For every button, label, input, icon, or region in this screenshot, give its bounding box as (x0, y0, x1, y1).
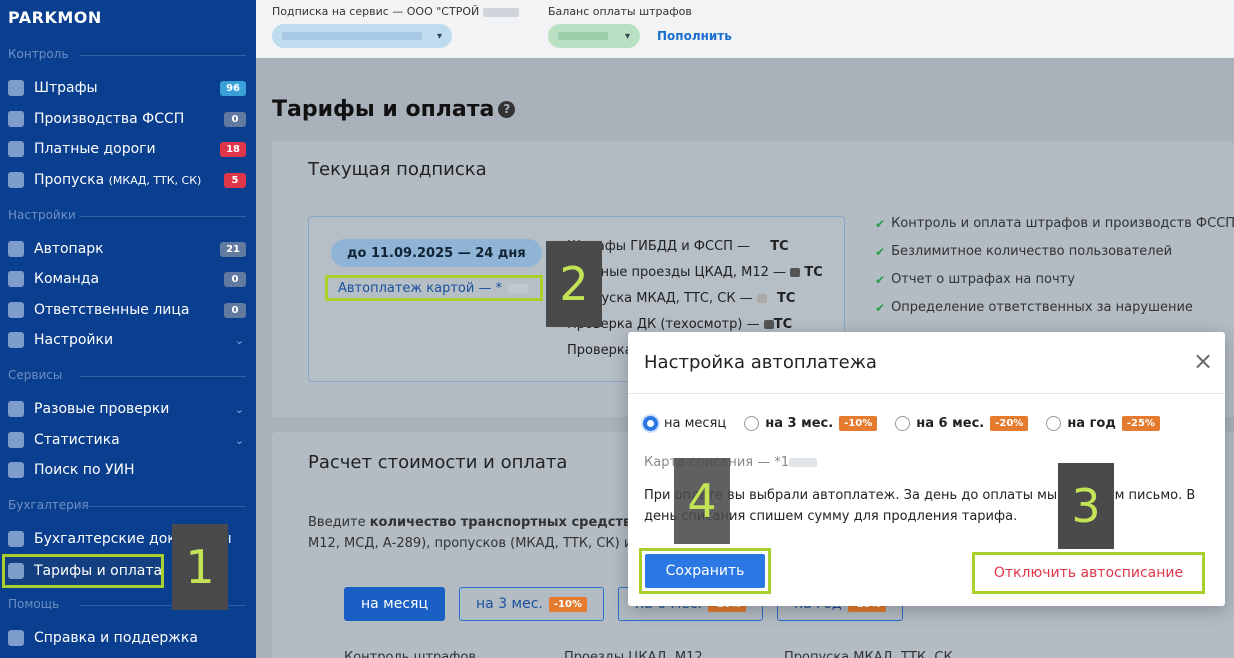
sidebar-item-toll-roads[interactable]: Платные дороги 18 (8, 136, 248, 162)
column-header: Проезды ЦКАД, М12 (564, 650, 703, 658)
period-radio-group: на месяц на 3 мес. -10% на 6 мес. -20% на … (643, 416, 1160, 431)
autopay-link[interactable]: Автоплатеж картой — * (325, 275, 543, 301)
caret-down-icon: ▾ (624, 30, 630, 42)
radio-selected-icon[interactable] (643, 416, 658, 431)
top-bar: Подписка на сервис — ООО "СТРОЙ Баланс о… (256, 0, 1234, 58)
feature-item: ✔ Безлимитное количество пользователей (875, 244, 1173, 259)
fleet-badge: 21 (220, 241, 246, 257)
step-marker-2: 2 (546, 241, 602, 327)
redacted-text (282, 32, 422, 40)
tab-month[interactable]: на месяц (344, 587, 446, 621)
logo: PARKMON (8, 8, 102, 27)
passes-badge: 5 (224, 172, 246, 188)
feature-item: ✔ Контроль и оплата штрафов и производств… (875, 216, 1234, 231)
fines-icon (8, 80, 24, 96)
search-icon (8, 462, 24, 478)
subscription-date: до 11.09.2025 — 24 дня (331, 239, 542, 267)
chevron-down-icon: ⌄ (234, 333, 244, 347)
close-icon[interactable]: × (1192, 349, 1214, 373)
caret-down-icon: ▾ (436, 30, 442, 42)
step-marker-4: 4 (674, 458, 730, 544)
save-button-highlight: Сохранить (639, 548, 771, 594)
sidebar-item-fssp[interactable]: Производства ФССП 0 (8, 106, 248, 132)
payment-card-line: Карта списания — *1 (644, 455, 818, 470)
chevron-down-icon: ⌄ (234, 433, 244, 447)
balance-select[interactable]: ▾ (548, 24, 640, 48)
section-services: Сервисы (8, 368, 246, 382)
service-line: Платные проезды ЦКАД, М12 — ТС (567, 265, 823, 280)
redacted-text (508, 283, 529, 293)
subscription-select[interactable]: ▾ (272, 24, 452, 48)
car-icon (8, 241, 24, 257)
fssp-badge: 0 (224, 111, 246, 127)
home-icon (8, 111, 24, 127)
balance-label: Баланс оплаты штрафов (548, 5, 692, 18)
calc-title: Расчет стоимости и оплата (308, 452, 568, 473)
sidebar-item-fleet[interactable]: Автопарк 21 (8, 236, 248, 262)
current-subscription-title: Текущая подписка (308, 159, 487, 180)
sidebar-item-support[interactable]: Справка и поддержка (8, 625, 248, 651)
radio-icon[interactable] (1046, 416, 1062, 431)
radio-3-months[interactable]: на 3 мес. -10% (744, 416, 878, 431)
id-card-icon (8, 302, 24, 318)
radio-month[interactable]: на месяц (643, 416, 726, 431)
shield-icon (8, 172, 24, 188)
topup-link[interactable]: Пополнить (657, 29, 732, 43)
sidebar-item-statistics[interactable]: Статистика ⌄ (8, 427, 248, 453)
section-control: Контроль (8, 47, 246, 61)
check-icon: ✔ (875, 272, 886, 287)
question-icon[interactable]: ? (498, 101, 516, 118)
check-icon: ✔ (875, 216, 886, 231)
step-marker-3: 3 (1058, 463, 1114, 549)
responsible-badge: 0 (224, 302, 246, 318)
modal-header: Настройка автоплатежа × (628, 332, 1225, 394)
save-button[interactable]: Сохранить (645, 554, 765, 588)
disable-autopay-button[interactable]: Отключить автосписание (972, 552, 1205, 594)
sidebar-item-responsible[interactable]: Ответственные лица 0 (8, 297, 248, 323)
feature-item: ✔ Отчет о штрафах на почту (875, 272, 1075, 287)
sidebar-item-fines[interactable]: Штрафы 96 (8, 75, 248, 101)
sidebar-item-passes[interactable]: Пропуска (МКАД, ТТК, СК) 5 (8, 167, 248, 193)
check-icon: ✔ (875, 300, 886, 315)
radio-6-months[interactable]: на 6 мес. -20% (895, 416, 1029, 431)
team-icon (8, 271, 24, 287)
radio-icon[interactable] (895, 416, 911, 431)
column-header: Контроль штрафов (344, 650, 476, 658)
feature-item: ✔ Определение ответственных за нарушение (875, 300, 1193, 315)
check-icon: ✔ (875, 244, 886, 259)
tab-3-months[interactable]: на 3 мес. -10% (459, 587, 604, 621)
document-search-icon (8, 401, 24, 417)
page-title: Тарифы и оплата ? (272, 97, 516, 122)
highlight-tariffs (2, 554, 164, 588)
team-badge: 0 (224, 271, 246, 287)
gear-icon (8, 332, 24, 348)
modal-title: Настройка автоплатежа (644, 352, 877, 373)
radio-icon[interactable] (744, 416, 760, 431)
toll-badge: 18 (220, 141, 246, 157)
redacted-text (789, 458, 818, 467)
bar-chart-icon (8, 432, 24, 448)
column-header: Пропуска МКАД, ТТК, СК (784, 650, 953, 658)
redacted-text (558, 32, 608, 40)
service-line: Проверка (567, 343, 633, 358)
redacted-text (482, 7, 519, 17)
calc-columns: Контроль штрафов Проезды ЦКАД, М12 Пропу… (344, 650, 1004, 658)
step-marker-1: 1 (172, 524, 228, 610)
sidebar-item-uin-search[interactable]: Поиск по УИН (8, 457, 248, 483)
calc-description: Введите количество транспортных средств … (308, 515, 645, 551)
sidebar-item-one-time-checks[interactable]: Разовые проверки ⌄ (8, 396, 248, 422)
sidebar-item-settings[interactable]: Настройки ⌄ (8, 327, 248, 353)
section-accounting: Бухгалтерия (8, 498, 246, 512)
road-icon (8, 141, 24, 157)
radio-year[interactable]: на год -25% (1046, 416, 1160, 431)
subscription-label: Подписка на сервис — ООО "СТРОЙ (272, 5, 519, 18)
sidebar-item-team[interactable]: Команда 0 (8, 266, 248, 292)
document-icon (8, 531, 24, 547)
fines-badge: 96 (220, 80, 246, 96)
chevron-down-icon: ⌄ (234, 402, 244, 416)
section-settings: Настройки (8, 208, 246, 222)
help-icon (8, 630, 24, 646)
